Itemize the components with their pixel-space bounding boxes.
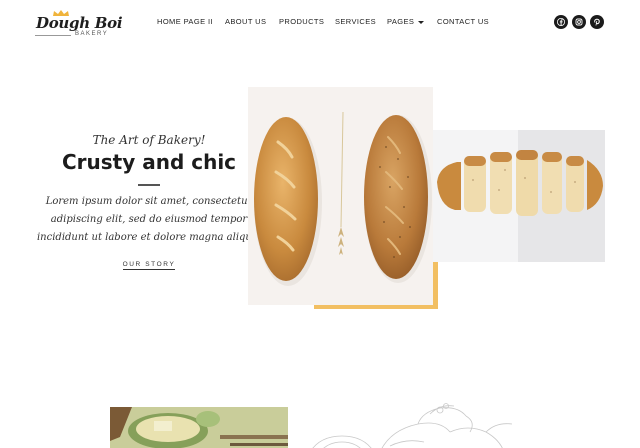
nav-item-pages[interactable]: PAGES [387, 17, 425, 26]
food-bowl-image [110, 407, 288, 448]
bread-loaves-image [248, 87, 433, 305]
nav-item-products[interactable]: PRODUCTS [279, 17, 324, 26]
facebook-icon[interactable] [554, 15, 568, 29]
nav-item-home-page-ii[interactable]: HOME PAGE II [157, 17, 213, 26]
hero-body-text: Lorem ipsum dolor sit amet, consectetur … [36, 196, 261, 243]
brand-name: Dough Boi [36, 14, 123, 32]
nav-item-about-us[interactable]: ABOUT US [225, 17, 266, 26]
instagram-icon[interactable] [572, 15, 586, 29]
hero-divider [138, 184, 160, 186]
pinterest-icon[interactable] [590, 15, 604, 29]
chevron-down-icon [418, 20, 425, 24]
brand-tagline: BAKERY [75, 31, 109, 37]
nav-item-pages-label: PAGES [387, 17, 415, 26]
sketch-illustration [290, 402, 530, 448]
our-story-label: OUR STORY [122, 261, 176, 270]
nav-item-contact-us[interactable]: CONTACT US [437, 17, 489, 26]
logo-rule [35, 35, 71, 36]
sliced-bread-image [433, 130, 605, 262]
nav-item-services[interactable]: SERVICES [335, 17, 376, 26]
brand-logo[interactable]: Dough Boi BAKERY [33, 10, 123, 40]
